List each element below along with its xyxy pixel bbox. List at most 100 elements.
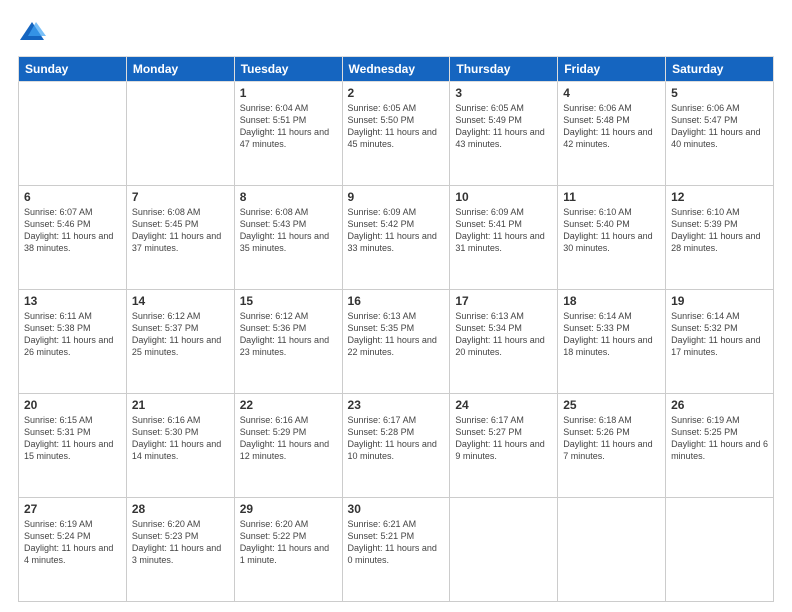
- day-info: Sunrise: 6:12 AM Sunset: 5:36 PM Dayligh…: [240, 310, 337, 359]
- day-number: 1: [240, 86, 337, 100]
- calendar-cell: 29Sunrise: 6:20 AM Sunset: 5:22 PM Dayli…: [234, 498, 342, 602]
- calendar-table: SundayMondayTuesdayWednesdayThursdayFrid…: [18, 56, 774, 602]
- header-row: SundayMondayTuesdayWednesdayThursdayFrid…: [19, 57, 774, 82]
- calendar-cell: [126, 82, 234, 186]
- calendar-cell: 22 Sunrise: 6:16 AM Sunset: 5:29 PM Dayli…: [234, 394, 342, 498]
- calendar-cell: 10 Sunrise: 6:09 AM Sunset: 5:41 PM Dayli…: [450, 186, 558, 290]
- day-number: 30: [348, 502, 445, 516]
- calendar-cell: 3 Sunrise: 6:05 AM Sunset: 5:49 PM Daylig…: [450, 82, 558, 186]
- day-number: 4: [563, 86, 660, 100]
- header-day-monday: Monday: [126, 57, 234, 82]
- day-info: Sunrise: 6:04 AM Sunset: 5:51 PM Dayligh…: [240, 102, 337, 151]
- day-number: 11: [563, 190, 660, 204]
- calendar-cell: 21Sunrise: 6:16 AM Sunset: 5:30 PM Dayli…: [126, 394, 234, 498]
- day-info: Sunrise: 6:20 AM Sunset: 5:23 PM Dayligh…: [132, 518, 229, 567]
- calendar-cell: 24 Sunrise: 6:17 AM Sunset: 5:27 PM Dayli…: [450, 394, 558, 498]
- day-number: 26: [671, 398, 768, 412]
- day-info: Sunrise: 6:21 AM Sunset: 5:21 PM Dayligh…: [348, 518, 445, 567]
- day-number: 19: [671, 294, 768, 308]
- day-number: 14: [132, 294, 229, 308]
- day-info: Sunrise: 6:14 AM Sunset: 5:33 PM Dayligh…: [563, 310, 660, 359]
- calendar-cell: 20 Sunrise: 6:15 AM Sunset: 5:31 PM Dayli…: [19, 394, 127, 498]
- day-number: 29: [240, 502, 337, 516]
- day-number: 12: [671, 190, 768, 204]
- calendar-cell: 11 Sunrise: 6:10 AM Sunset: 5:40 PM Dayli…: [558, 186, 666, 290]
- calendar-cell: 7Sunrise: 6:08 AM Sunset: 5:45 PM Daylig…: [126, 186, 234, 290]
- day-info: Sunrise: 6:17 AM Sunset: 5:27 PM Dayligh…: [455, 414, 552, 463]
- logo: [18, 18, 50, 46]
- day-number: 8: [240, 190, 337, 204]
- day-info: Sunrise: 6:19 AM Sunset: 5:25 PM Dayligh…: [671, 414, 768, 463]
- calendar-cell: 14 Sunrise: 6:12 AM Sunset: 5:37 PM Dayli…: [126, 290, 234, 394]
- calendar-cell: 9 Sunrise: 6:09 AM Sunset: 5:42 PM Daylig…: [342, 186, 450, 290]
- day-info: Sunrise: 6:08 AM Sunset: 5:43 PM Dayligh…: [240, 206, 337, 255]
- calendar-cell: [666, 498, 774, 602]
- calendar-cell: 25Sunrise: 6:18 AM Sunset: 5:26 PM Dayli…: [558, 394, 666, 498]
- header-day-tuesday: Tuesday: [234, 57, 342, 82]
- calendar-header: SundayMondayTuesdayWednesdayThursdayFrid…: [19, 57, 774, 82]
- day-number: 20: [24, 398, 121, 412]
- calendar-cell: 4 Sunrise: 6:06 AM Sunset: 5:48 PM Daylig…: [558, 82, 666, 186]
- week-row-0: 1 Sunrise: 6:04 AM Sunset: 5:51 PM Daylig…: [19, 82, 774, 186]
- calendar-cell: 8 Sunrise: 6:08 AM Sunset: 5:43 PM Daylig…: [234, 186, 342, 290]
- day-number: 5: [671, 86, 768, 100]
- page: SundayMondayTuesdayWednesdayThursdayFrid…: [0, 0, 792, 612]
- week-row-1: 6Sunrise: 6:07 AM Sunset: 5:46 PM Daylig…: [19, 186, 774, 290]
- day-info: Sunrise: 6:16 AM Sunset: 5:29 PM Dayligh…: [240, 414, 337, 463]
- header-day-thursday: Thursday: [450, 57, 558, 82]
- day-info: Sunrise: 6:13 AM Sunset: 5:34 PM Dayligh…: [455, 310, 552, 359]
- day-number: 9: [348, 190, 445, 204]
- day-number: 24: [455, 398, 552, 412]
- calendar-cell: 19 Sunrise: 6:14 AM Sunset: 5:32 PM Dayli…: [666, 290, 774, 394]
- calendar-cell: [558, 498, 666, 602]
- day-info: Sunrise: 6:07 AM Sunset: 5:46 PM Dayligh…: [24, 206, 121, 255]
- calendar-cell: 5 Sunrise: 6:06 AM Sunset: 5:47 PM Daylig…: [666, 82, 774, 186]
- day-number: 22: [240, 398, 337, 412]
- day-number: 17: [455, 294, 552, 308]
- day-info: Sunrise: 6:05 AM Sunset: 5:50 PM Dayligh…: [348, 102, 445, 151]
- calendar-body: 1 Sunrise: 6:04 AM Sunset: 5:51 PM Daylig…: [19, 82, 774, 602]
- day-info: Sunrise: 6:05 AM Sunset: 5:49 PM Dayligh…: [455, 102, 552, 151]
- day-info: Sunrise: 6:12 AM Sunset: 5:37 PM Dayligh…: [132, 310, 229, 359]
- calendar-cell: 1 Sunrise: 6:04 AM Sunset: 5:51 PM Daylig…: [234, 82, 342, 186]
- day-info: Sunrise: 6:09 AM Sunset: 5:42 PM Dayligh…: [348, 206, 445, 255]
- day-info: Sunrise: 6:19 AM Sunset: 5:24 PM Dayligh…: [24, 518, 121, 567]
- day-number: 10: [455, 190, 552, 204]
- week-row-2: 13Sunrise: 6:11 AM Sunset: 5:38 PM Dayli…: [19, 290, 774, 394]
- day-info: Sunrise: 6:06 AM Sunset: 5:48 PM Dayligh…: [563, 102, 660, 151]
- calendar-cell: [19, 82, 127, 186]
- day-info: Sunrise: 6:14 AM Sunset: 5:32 PM Dayligh…: [671, 310, 768, 359]
- day-number: 13: [24, 294, 121, 308]
- day-info: Sunrise: 6:15 AM Sunset: 5:31 PM Dayligh…: [24, 414, 121, 463]
- header-day-friday: Friday: [558, 57, 666, 82]
- day-number: 18: [563, 294, 660, 308]
- day-info: Sunrise: 6:17 AM Sunset: 5:28 PM Dayligh…: [348, 414, 445, 463]
- calendar-cell: 23 Sunrise: 6:17 AM Sunset: 5:28 PM Dayli…: [342, 394, 450, 498]
- header-day-wednesday: Wednesday: [342, 57, 450, 82]
- day-info: Sunrise: 6:06 AM Sunset: 5:47 PM Dayligh…: [671, 102, 768, 151]
- day-number: 3: [455, 86, 552, 100]
- day-number: 27: [24, 502, 121, 516]
- calendar-cell: 30 Sunrise: 6:21 AM Sunset: 5:21 PM Dayli…: [342, 498, 450, 602]
- header-day-sunday: Sunday: [19, 57, 127, 82]
- calendar-cell: 16 Sunrise: 6:13 AM Sunset: 5:35 PM Dayli…: [342, 290, 450, 394]
- calendar-cell: 6Sunrise: 6:07 AM Sunset: 5:46 PM Daylig…: [19, 186, 127, 290]
- header-day-saturday: Saturday: [666, 57, 774, 82]
- day-number: 28: [132, 502, 229, 516]
- calendar-cell: 28 Sunrise: 6:20 AM Sunset: 5:23 PM Dayli…: [126, 498, 234, 602]
- day-info: Sunrise: 6:08 AM Sunset: 5:45 PM Dayligh…: [132, 206, 229, 255]
- day-number: 15: [240, 294, 337, 308]
- calendar-cell: 15 Sunrise: 6:12 AM Sunset: 5:36 PM Dayli…: [234, 290, 342, 394]
- calendar-cell: 12Sunrise: 6:10 AM Sunset: 5:39 PM Dayli…: [666, 186, 774, 290]
- logo-icon: [18, 18, 46, 46]
- calendar-cell: [450, 498, 558, 602]
- day-info: Sunrise: 6:09 AM Sunset: 5:41 PM Dayligh…: [455, 206, 552, 255]
- day-number: 2: [348, 86, 445, 100]
- day-number: 16: [348, 294, 445, 308]
- calendar-cell: 26 Sunrise: 6:19 AM Sunset: 5:25 PM Dayli…: [666, 394, 774, 498]
- day-info: Sunrise: 6:10 AM Sunset: 5:40 PM Dayligh…: [563, 206, 660, 255]
- day-number: 21: [132, 398, 229, 412]
- day-info: Sunrise: 6:13 AM Sunset: 5:35 PM Dayligh…: [348, 310, 445, 359]
- week-row-4: 27 Sunrise: 6:19 AM Sunset: 5:24 PM Dayli…: [19, 498, 774, 602]
- day-number: 23: [348, 398, 445, 412]
